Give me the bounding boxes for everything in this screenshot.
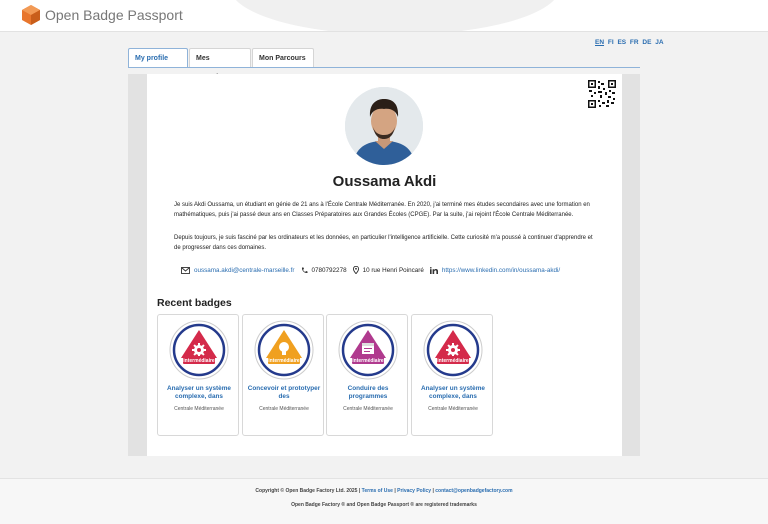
badge-image: intermédiaire bbox=[254, 320, 314, 380]
trademark-notice: Open Badge Factory ® and Open Badge Pass… bbox=[291, 502, 477, 508]
footer: Copyright © Open Badge Factory Ltd. 2025… bbox=[0, 478, 768, 524]
terms-link[interactable]: Terms of Use bbox=[362, 488, 393, 494]
profile-name: Oussama Akdi bbox=[332, 173, 437, 190]
lang-ja[interactable]: JA bbox=[655, 39, 663, 46]
badge-level: intermédiaire bbox=[183, 358, 215, 364]
lang-fi[interactable]: FI bbox=[608, 39, 614, 46]
badge-level: intermédiaire bbox=[268, 358, 300, 364]
gear-icon bbox=[446, 343, 460, 357]
badge-issuer: Centrale Méditerranée bbox=[343, 406, 393, 412]
privacy-link[interactable]: Privacy Policy bbox=[397, 488, 431, 494]
badge-issuer: Centrale Méditerranée bbox=[259, 406, 309, 412]
badge-card[interactable]: intermédiaire Analyser un système complex… bbox=[411, 314, 493, 436]
email-link[interactable]: oussama.akdi@centrale-marseille.fr bbox=[194, 267, 295, 274]
tab-divider bbox=[128, 67, 640, 68]
profile-bio-paragraph-1: Je suis Akdi Oussama, un étudiant en gén… bbox=[174, 202, 590, 218]
calendar-icon bbox=[362, 343, 374, 354]
badge-issuer: Centrale Méditerranée bbox=[174, 406, 224, 412]
contact-info: oussama.akdi@centrale-marseille.fr 07807… bbox=[181, 266, 566, 274]
contact-email-link[interactable]: contact@openbadgefactory.com bbox=[435, 488, 512, 494]
map-marker-icon bbox=[352, 266, 359, 274]
badge-card[interactable]: intermédiaire Conduire des programmes Cent… bbox=[326, 314, 408, 436]
badge-issuer: Centrale Méditerranée bbox=[428, 406, 478, 412]
qr-code-icon[interactable] bbox=[588, 80, 616, 108]
header-decoration bbox=[230, 0, 560, 31]
footer-links: Copyright © Open Badge Factory Ltd. 2025… bbox=[255, 488, 513, 494]
badge-card[interactable]: intermédiaire Analyser un système complex… bbox=[157, 314, 239, 436]
address: 10 rue Henri Poincaré bbox=[362, 266, 424, 274]
language-switcher: EN FI ES FR DE JA bbox=[595, 39, 666, 46]
badge-title: Analyser un système complexe, dans bbox=[167, 385, 231, 400]
tab-mes-competences[interactable]: Mes compéte... bbox=[189, 48, 251, 81]
lang-es[interactable]: ES bbox=[617, 39, 626, 46]
profile-bio-paragraph-2: Depuis toujours, je suis fasciné par les… bbox=[174, 235, 593, 251]
badge-title: Concevoir et prototyper des bbox=[247, 385, 321, 400]
badge-card[interactable]: intermédiaire Concevoir et prototyper des… bbox=[242, 314, 324, 436]
envelope-icon bbox=[181, 266, 190, 274]
avatar bbox=[345, 87, 423, 165]
recent-badges-heading: Recent badges bbox=[157, 297, 232, 309]
top-header: Open Badge Passport bbox=[0, 0, 768, 32]
lang-en[interactable]: EN bbox=[595, 39, 604, 46]
profile-tabs: My profile Mes compéte... Mon Parcours bbox=[128, 48, 315, 81]
badge-image: intermédiaire bbox=[423, 320, 483, 380]
badge-level: intermédiaire bbox=[437, 358, 469, 364]
linkedin-link[interactable]: https://www.linkedin.com/in/oussama-akdi… bbox=[442, 267, 560, 274]
gear-icon bbox=[192, 343, 206, 357]
copyright-text: Copyright © Open Badge Factory Ltd. 2025 bbox=[255, 488, 358, 494]
tab-my-profile[interactable]: My profile bbox=[128, 48, 188, 68]
profile-photo bbox=[345, 87, 423, 165]
badge-title: Conduire des programmes bbox=[347, 385, 389, 400]
phone-number: 0780792278 bbox=[311, 266, 347, 274]
app-logo[interactable]: Open Badge Passport bbox=[22, 5, 183, 25]
phone-icon bbox=[301, 267, 308, 273]
badge-image: intermédiaire bbox=[169, 320, 229, 380]
linkedin-icon bbox=[429, 266, 438, 274]
badge-level: intermédiaire bbox=[352, 358, 384, 364]
badge-title: Analyser un système complexe, dans bbox=[421, 385, 485, 400]
app-title: Open Badge Passport bbox=[45, 7, 183, 23]
tab-mon-parcours[interactable]: Mon Parcours bbox=[252, 48, 314, 68]
lang-fr[interactable]: FR bbox=[630, 39, 639, 46]
lang-de[interactable]: DE bbox=[642, 39, 651, 46]
badge-image: intermédiaire bbox=[338, 320, 398, 380]
hexagon-box-icon bbox=[22, 5, 40, 25]
